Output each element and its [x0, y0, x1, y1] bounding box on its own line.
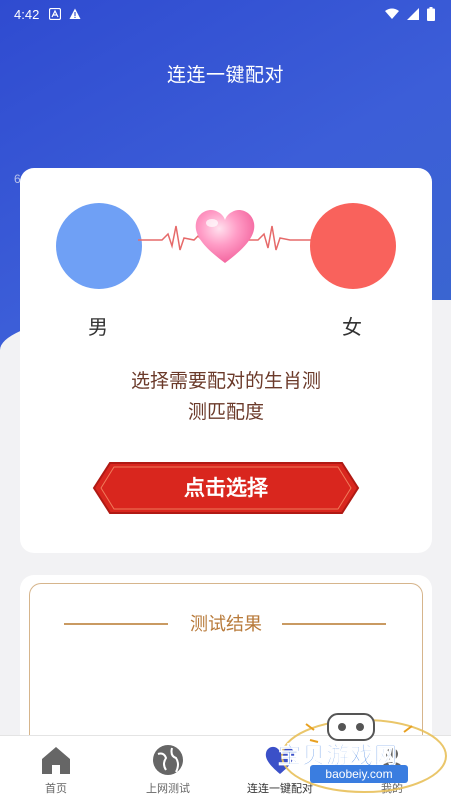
match-card: 男 女 选择需要配对的生肖测 测匹配度 点击选择: [20, 168, 432, 553]
result-divider-right: [282, 623, 386, 625]
tab-online-test-label: 上网测试: [146, 782, 190, 795]
notification-a-icon: [49, 8, 62, 20]
page-title: 连连一键配对: [166, 64, 284, 86]
male-label: 男: [88, 315, 108, 339]
home-icon: [42, 747, 70, 774]
wifi-icon: [385, 8, 399, 19]
status-bar: 4:42: [0, 0, 451, 28]
prompt-line-2: 测匹配度: [187, 401, 264, 423]
globe-icon: [153, 745, 183, 775]
tab-home[interactable]: 首页: [0, 736, 112, 803]
battery-icon: [427, 7, 435, 21]
match-prompt: 选择需要配对的生肖测 测匹配度: [60, 366, 392, 428]
select-button[interactable]: 点击选择: [92, 461, 360, 515]
signal-icon: [407, 8, 419, 20]
heart-icon: [195, 210, 255, 263]
female-avatar[interactable]: [310, 203, 396, 289]
status-time: 4:42: [14, 6, 40, 22]
select-button-label: 点击选择: [184, 476, 268, 500]
tab-home-label: 首页: [45, 782, 67, 795]
male-avatar[interactable]: [56, 203, 142, 289]
tab-online-test[interactable]: 上网测试: [112, 736, 224, 803]
warning-icon: [69, 8, 81, 19]
female-label: 女: [342, 315, 362, 339]
prompt-line-1: 选择需要配对的生肖测: [130, 370, 321, 392]
watermark-url: baobeiy.com: [310, 765, 408, 783]
